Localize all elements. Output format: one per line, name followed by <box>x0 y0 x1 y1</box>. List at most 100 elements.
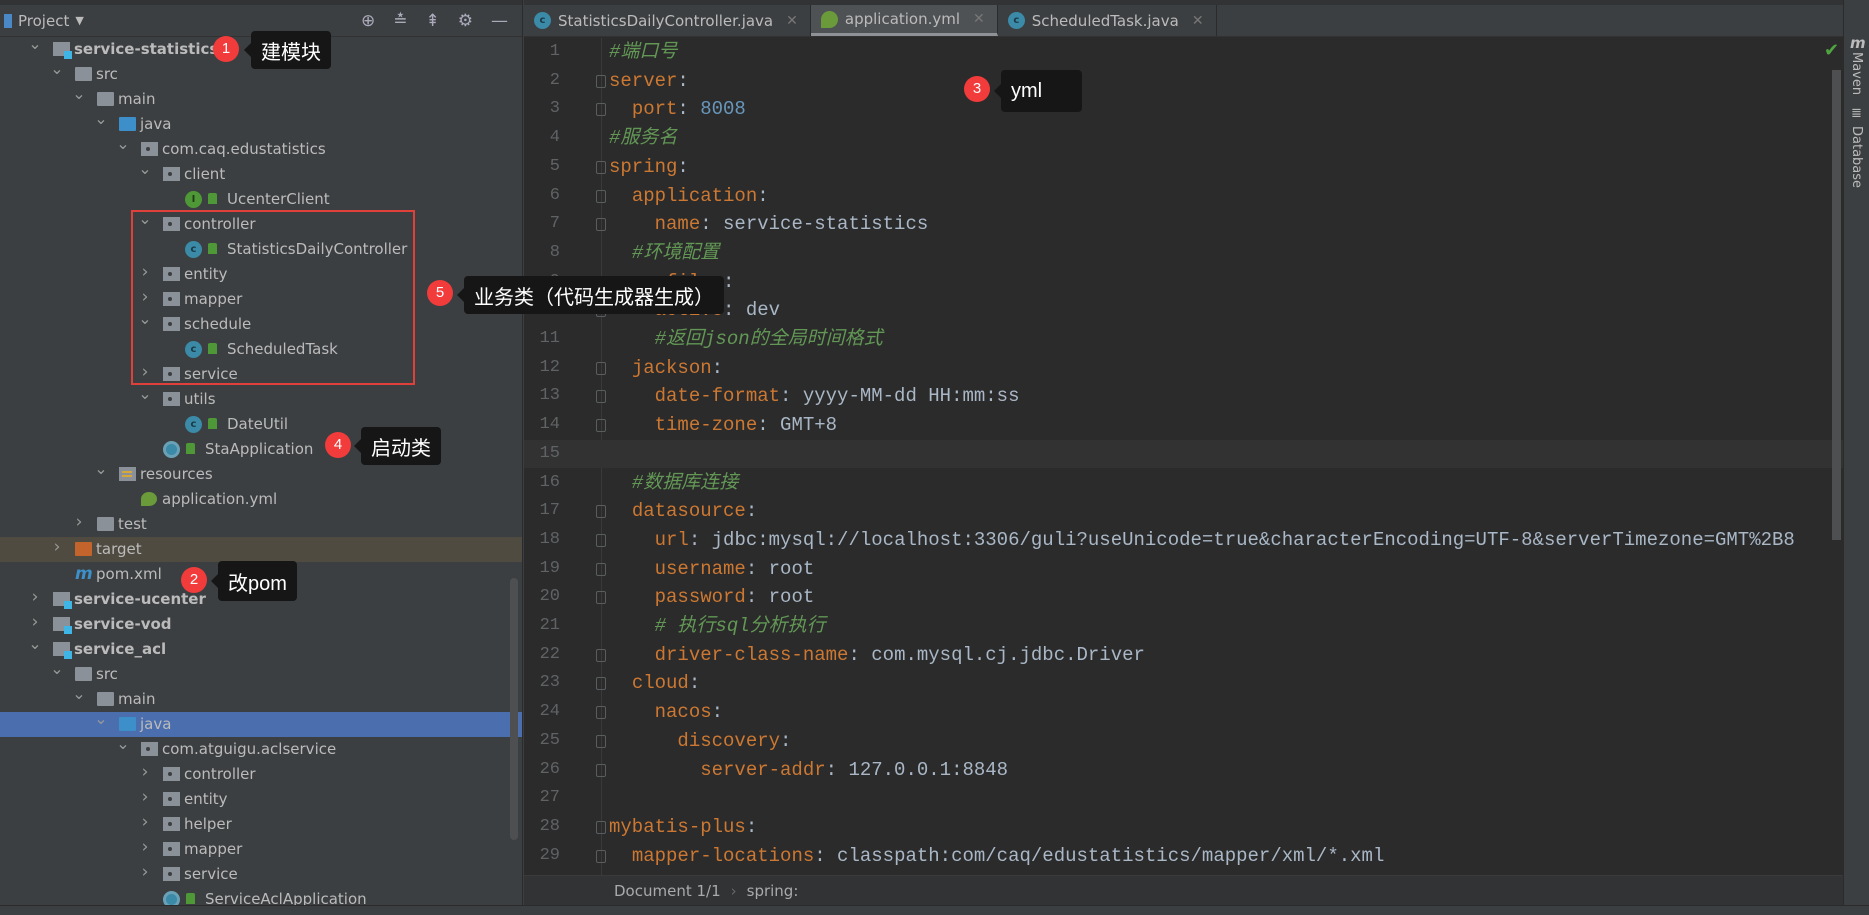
database-tool-button[interactable]: Database <box>1849 126 1864 188</box>
code-line[interactable]: 1 #端口号 <box>524 38 1843 67</box>
fold-marker-icon[interactable] <box>596 505 606 519</box>
code-line[interactable]: 26 server-addr: 127.0.0.1:8848 <box>524 756 1843 785</box>
fold-marker-icon[interactable] <box>596 218 606 232</box>
fold-marker-icon[interactable] <box>596 562 606 576</box>
chevron-down-icon[interactable]: ⌄ <box>138 384 152 403</box>
code-line[interactable]: 29 mapper-locations: classpath:com/caq/e… <box>524 842 1843 871</box>
tree-item[interactable]: ⌄ java <box>0 709 522 737</box>
project-scrollbar[interactable] <box>510 578 518 840</box>
breadcrumb-document[interactable]: Document 1/1 <box>614 882 721 900</box>
chevron-down-icon[interactable]: ⌄ <box>72 684 86 703</box>
fold-marker-icon[interactable] <box>596 390 606 404</box>
chevron-down-icon[interactable]: ⌄ <box>138 159 152 178</box>
tree-item[interactable]: ⌄ com.caq.edustatistics <box>0 134 522 162</box>
fold-marker-icon[interactable] <box>596 734 606 748</box>
inspection-ok-icon[interactable]: ✔ <box>1824 40 1839 61</box>
code-line[interactable]: 4 #服务名 <box>524 124 1843 153</box>
fold-marker-icon[interactable] <box>596 591 606 605</box>
tree-item[interactable]: ⌄ main <box>0 84 522 112</box>
tree-item[interactable]: › mapper <box>0 837 522 862</box>
tree-item[interactable]: ⌄ service_acl <box>0 634 522 662</box>
fold-marker-icon[interactable] <box>596 361 606 375</box>
chevron-down-icon[interactable]: ⌄ <box>50 59 64 78</box>
fold-marker-icon[interactable] <box>596 706 606 720</box>
tree-item[interactable]: ⌄ client <box>0 159 522 187</box>
tree-item[interactable]: › test <box>0 512 522 537</box>
chevron-right-icon[interactable]: › <box>72 512 86 532</box>
tree-item[interactable]: c DateUtil <box>0 412 522 437</box>
chevron-down-icon[interactable]: ⌄ <box>28 634 42 653</box>
code-line[interactable]: 8 #环境配置 <box>524 239 1843 268</box>
locate-icon[interactable]: ⊕ <box>361 11 375 31</box>
chevron-right-icon[interactable]: › <box>138 787 152 807</box>
chevron-down-icon[interactable]: ⌄ <box>116 734 130 753</box>
chevron-right-icon[interactable]: › <box>28 612 42 632</box>
code-line[interactable]: 13 date-format: yyyy-MM-dd HH:mm:ss <box>524 382 1843 411</box>
tree-item[interactable]: › controller <box>0 762 522 787</box>
chevron-down-icon[interactable]: ⌄ <box>28 34 42 53</box>
gear-icon[interactable]: ⚙ <box>458 11 473 31</box>
fold-marker-icon[interactable] <box>596 103 606 117</box>
fold-marker-icon[interactable] <box>596 677 606 691</box>
fold-marker-icon[interactable] <box>596 74 606 88</box>
tree-item[interactable]: I UcenterClient <box>0 187 522 212</box>
fold-marker-icon[interactable] <box>596 160 606 174</box>
code-line[interactable]: 17 datasource: <box>524 497 1843 526</box>
code-line[interactable]: 16 #数据库连接 <box>524 469 1843 498</box>
tab-application-yml[interactable]: application.yml ✕ <box>810 5 998 36</box>
minimize-icon[interactable]: — <box>491 11 508 31</box>
tree-item[interactable]: › helper <box>0 812 522 837</box>
chevron-down-icon[interactable]: ⌄ <box>116 134 130 153</box>
tree-item[interactable]: application.yml <box>0 487 522 512</box>
maven-tool-button[interactable]: Maven <box>1849 52 1864 95</box>
chevron-down-icon[interactable]: ⌄ <box>72 84 86 103</box>
breadcrumb-path[interactable]: spring: <box>747 882 799 900</box>
chevron-down-icon[interactable]: ⌄ <box>94 709 108 728</box>
code-line[interactable]: 15 <box>524 439 1843 469</box>
code-line[interactable]: 2 server: <box>524 67 1843 96</box>
close-icon[interactable]: ✕ <box>973 11 985 27</box>
chevron-right-icon[interactable]: › <box>50 537 64 557</box>
fold-marker-icon[interactable] <box>596 763 606 777</box>
code-line[interactable]: 23 cloud: <box>524 669 1843 698</box>
tree-item[interactable]: › service <box>0 862 522 887</box>
editor-scrollbar[interactable] <box>1832 70 1841 540</box>
expand-all-icon[interactable]: ≛ <box>393 11 407 31</box>
code-line[interactable]: 3 port: 8008 <box>524 95 1843 124</box>
code-line[interactable]: 7 name: service-statistics <box>524 210 1843 239</box>
chevron-right-icon[interactable]: › <box>28 587 42 607</box>
fold-marker-icon[interactable] <box>596 533 606 547</box>
tree-item[interactable]: › target <box>0 537 522 562</box>
chevron-right-icon[interactable]: › <box>138 862 152 882</box>
code-line[interactable]: 20 password: root <box>524 583 1843 612</box>
tree-item[interactable]: › entity <box>0 787 522 812</box>
chevron-right-icon[interactable]: › <box>138 837 152 857</box>
collapse-all-icon[interactable]: ⇞ <box>426 11 440 31</box>
chevron-down-icon[interactable]: ⌄ <box>94 459 108 478</box>
tree-item[interactable]: › service-vod <box>0 612 522 637</box>
tab-statisticsdailycontroller-java[interactable]: c StatisticsDailyController.java ✕ <box>524 5 811 36</box>
fold-marker-icon[interactable] <box>596 189 606 203</box>
tree-item[interactable]: ⌄ main <box>0 684 522 712</box>
code-line[interactable]: 12 jackson: <box>524 354 1843 383</box>
tree-item[interactable]: ⌄ resources <box>0 459 522 487</box>
code-line[interactable]: 21 # 执行sql分析执行 <box>524 612 1843 641</box>
code-line[interactable]: 28 mybatis-plus: <box>524 813 1843 842</box>
tree-item[interactable]: ServiceAclApplication <box>0 887 522 905</box>
code-line[interactable]: 27 <box>524 784 1843 813</box>
code-area[interactable]: 1 #端口号 2 server: 3 port: 8008 4 #服务名 5 spring: 6 … <box>524 38 1843 875</box>
code-line[interactable]: 22 driver-class-name: com.mysql.cj.jdbc.… <box>524 641 1843 670</box>
chevron-down-icon[interactable]: ⌄ <box>50 659 64 678</box>
fold-marker-icon[interactable] <box>596 849 606 863</box>
tree-item[interactable]: ⌄ java <box>0 109 522 137</box>
code-line[interactable]: 6 application: <box>524 182 1843 211</box>
code-line[interactable]: 19 username: root <box>524 555 1843 584</box>
code-line[interactable]: 18 url: jdbc:mysql://localhost:3306/guli… <box>524 526 1843 555</box>
close-icon[interactable]: ✕ <box>1192 13 1204 29</box>
code-line[interactable]: 25 discovery: <box>524 727 1843 756</box>
code-line[interactable]: 14 time-zone: GMT+8 <box>524 411 1843 440</box>
fold-marker-icon[interactable] <box>596 648 606 662</box>
tab-scheduledtask-java[interactable]: c ScheduledTask.java ✕ <box>998 5 1217 36</box>
chevron-right-icon[interactable]: › <box>138 762 152 782</box>
close-icon[interactable]: ✕ <box>786 13 798 29</box>
